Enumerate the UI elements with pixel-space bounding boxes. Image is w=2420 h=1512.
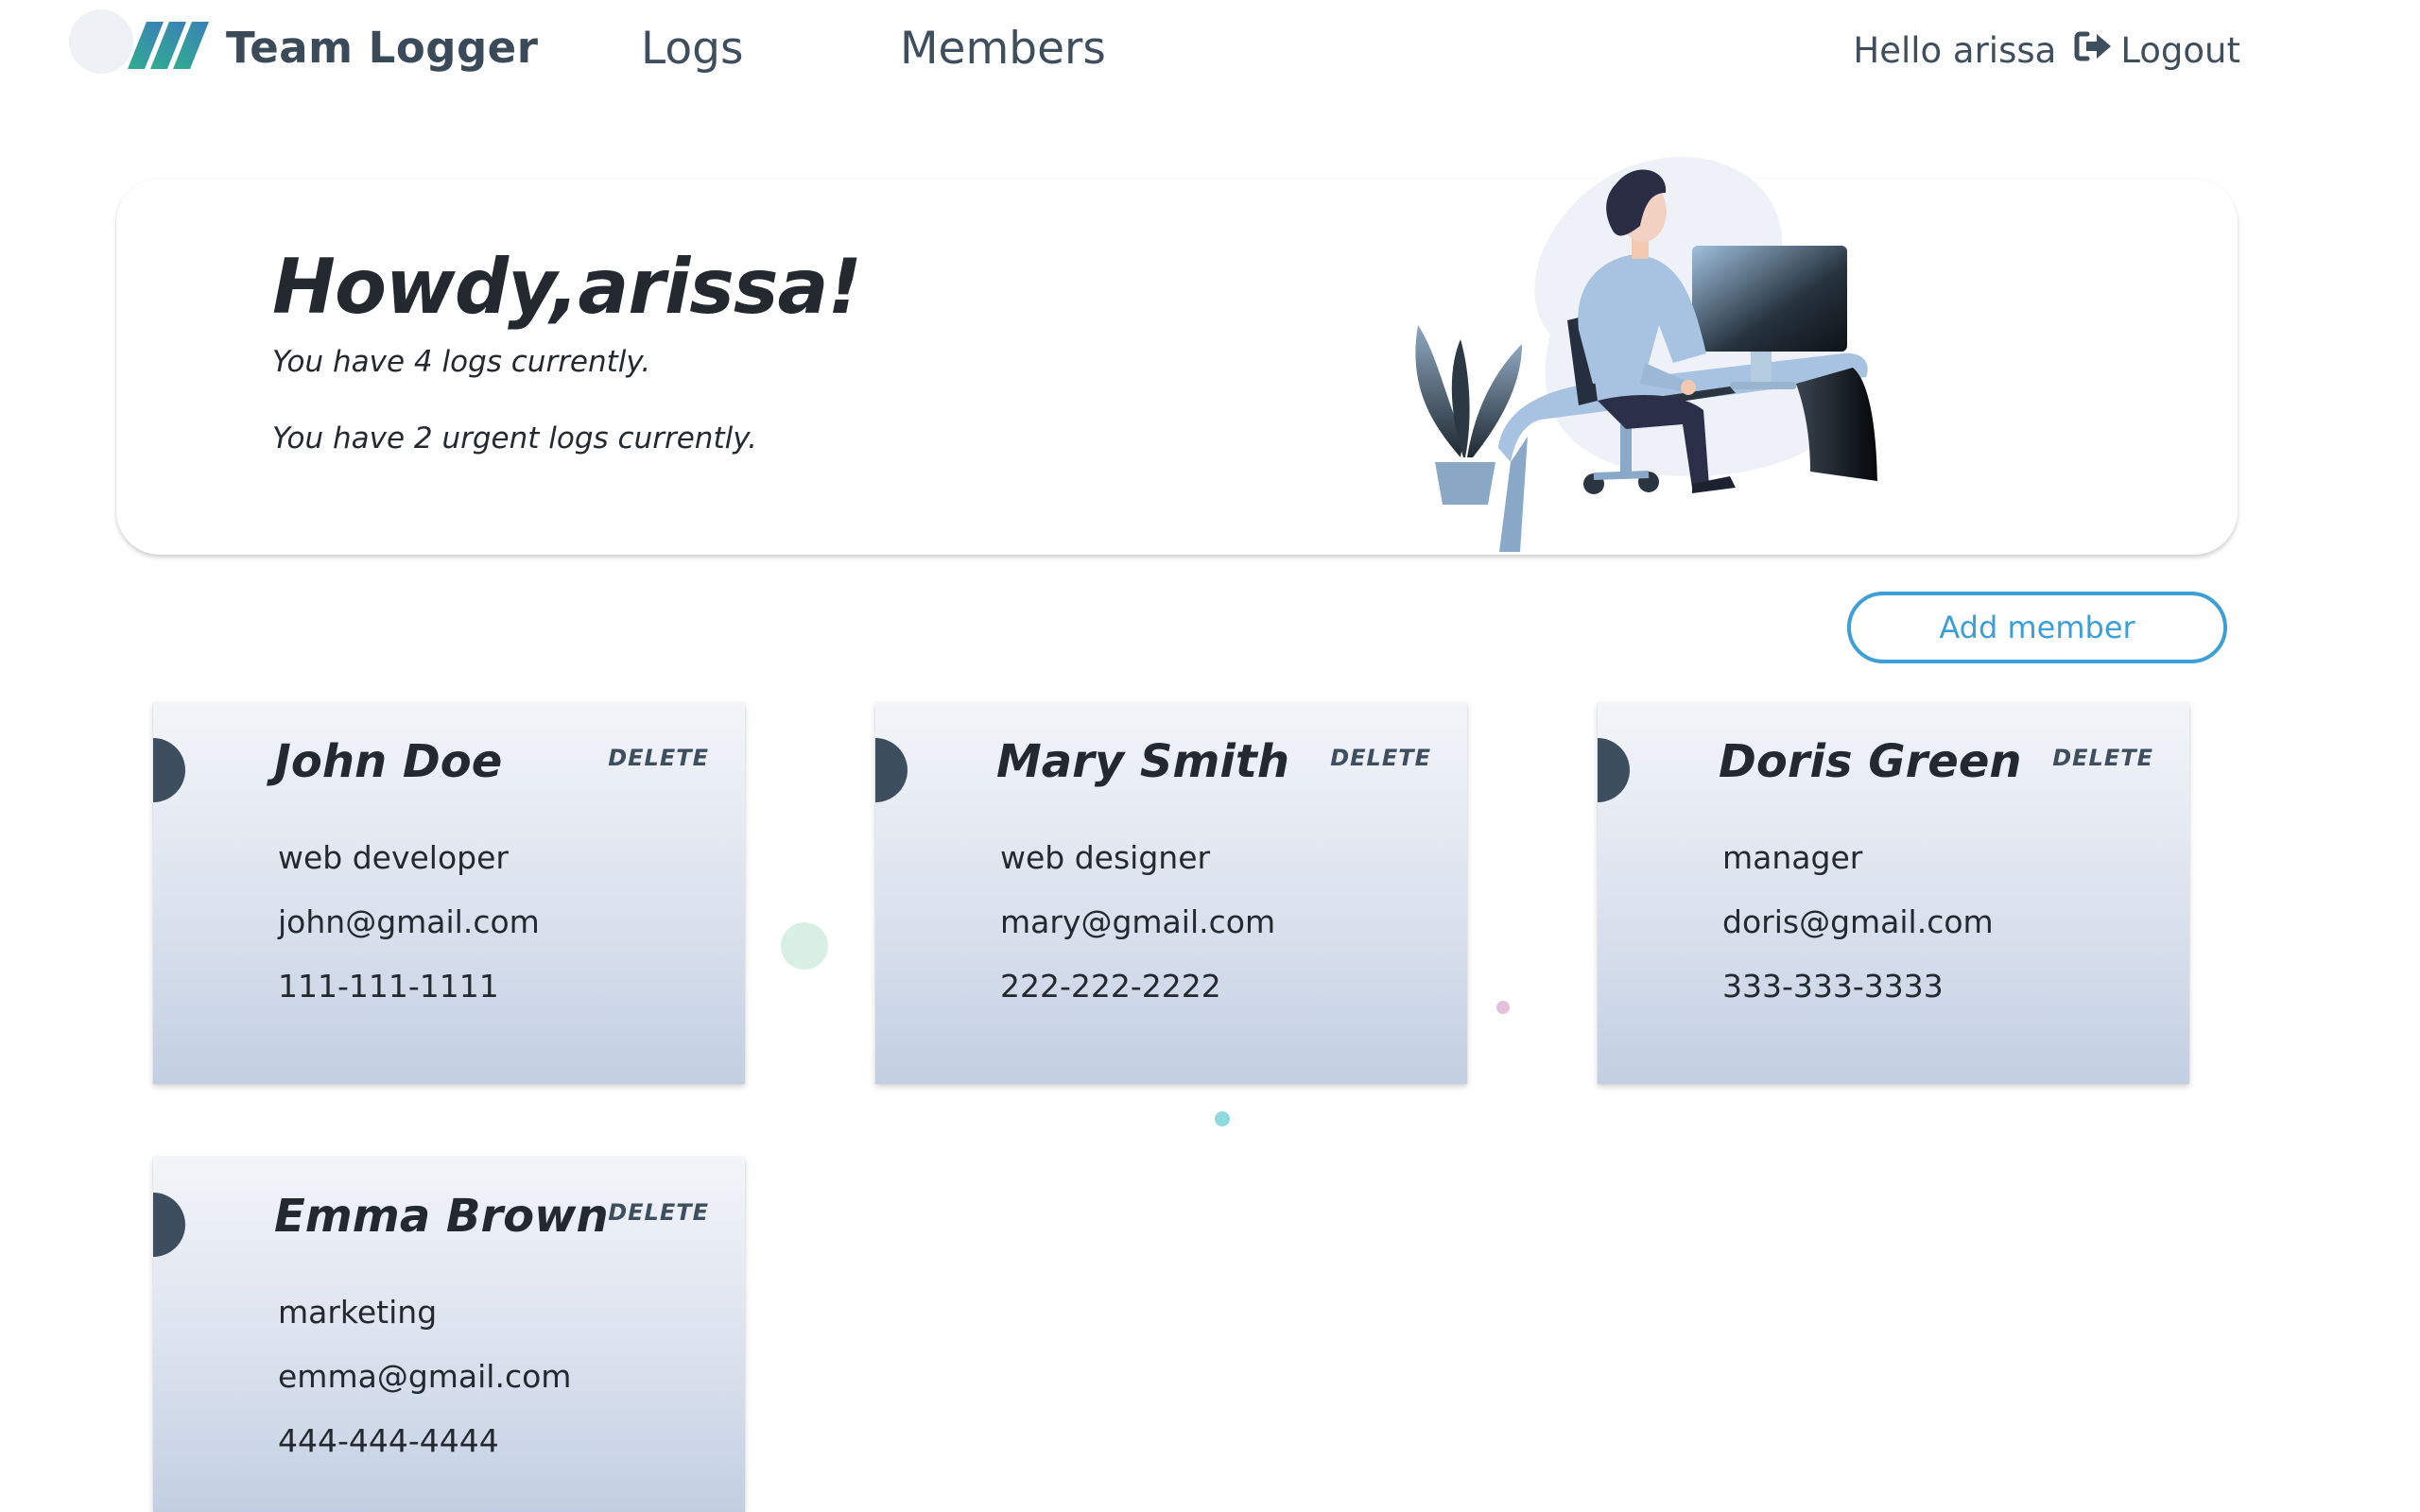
- member-role: web designer: [1000, 839, 1211, 876]
- member-email: mary@gmail.com: [1000, 903, 1276, 940]
- member-phone: 222-222-2222: [1000, 968, 1221, 1005]
- member-card: Mary Smith DELETE web designer mary@gmai…: [875, 702, 1467, 1084]
- urgent-logs-text: You have 2 urgent logs currently.: [272, 421, 758, 455]
- logout-label: Logout: [2120, 30, 2240, 71]
- logout-icon: [2073, 23, 2113, 79]
- member-phone: 111-111-1111: [278, 968, 499, 1005]
- brand-name: Team Logger: [226, 22, 539, 73]
- delete-member-button[interactable]: DELETE: [608, 745, 709, 771]
- welcome-title: Howdy,arissa!: [272, 243, 862, 331]
- member-avatar-dot: [1598, 738, 1630, 802]
- person-at-desk-illustration: [1415, 156, 1877, 552]
- delete-member-button[interactable]: DELETE: [2052, 745, 2153, 771]
- logo-stripes-icon: [128, 22, 209, 73]
- member-phone: 333-333-3333: [1722, 968, 1944, 1005]
- member-email: john@gmail.com: [278, 903, 540, 940]
- member-role: manager: [1722, 839, 1863, 876]
- member-avatar-dot: [153, 738, 185, 802]
- nav-decorative-blob: [69, 9, 133, 74]
- decorative-bubble: [1496, 1001, 1510, 1014]
- decorative-bubble: [1215, 1111, 1230, 1126]
- logout-link[interactable]: Logout: [2073, 23, 2240, 79]
- user-area: Hello arissa Logout: [1853, 23, 2240, 79]
- brand[interactable]: Team Logger: [128, 17, 538, 77]
- member-name: John Doe: [274, 735, 503, 788]
- member-role: web developer: [278, 839, 509, 876]
- member-card: Emma Brown DELETE marketing emma@gmail.c…: [153, 1157, 745, 1512]
- member-email: emma@gmail.com: [278, 1358, 572, 1395]
- member-phone: 444-444-4444: [278, 1422, 499, 1459]
- delete-member-button[interactable]: DELETE: [608, 1199, 709, 1226]
- member-name: Mary Smith: [996, 735, 1289, 788]
- nav-logs-link[interactable]: Logs: [641, 19, 743, 79]
- member-email: doris@gmail.com: [1722, 903, 1994, 940]
- nav-members-link[interactable]: Members: [900, 19, 1106, 79]
- member-name: Doris Green: [1719, 735, 2022, 788]
- logs-count-text: You have 4 logs currently.: [272, 345, 651, 379]
- add-member-button[interactable]: Add member: [1847, 592, 2227, 663]
- greeting-text: Hello arissa: [1853, 30, 2057, 71]
- decorative-bubble: [781, 922, 828, 970]
- member-card: John Doe DELETE web developer john@gmail…: [153, 702, 745, 1084]
- member-avatar-dot: [875, 738, 908, 802]
- member-card: Doris Green DELETE manager doris@gmail.c…: [1598, 702, 2189, 1084]
- member-role: marketing: [278, 1294, 438, 1331]
- delete-member-button[interactable]: DELETE: [1330, 745, 1431, 771]
- welcome-card: Howdy,arissa! You have 4 logs currently.…: [116, 156, 2238, 555]
- member-avatar-dot: [153, 1193, 185, 1257]
- member-name: Emma Brown: [274, 1190, 609, 1243]
